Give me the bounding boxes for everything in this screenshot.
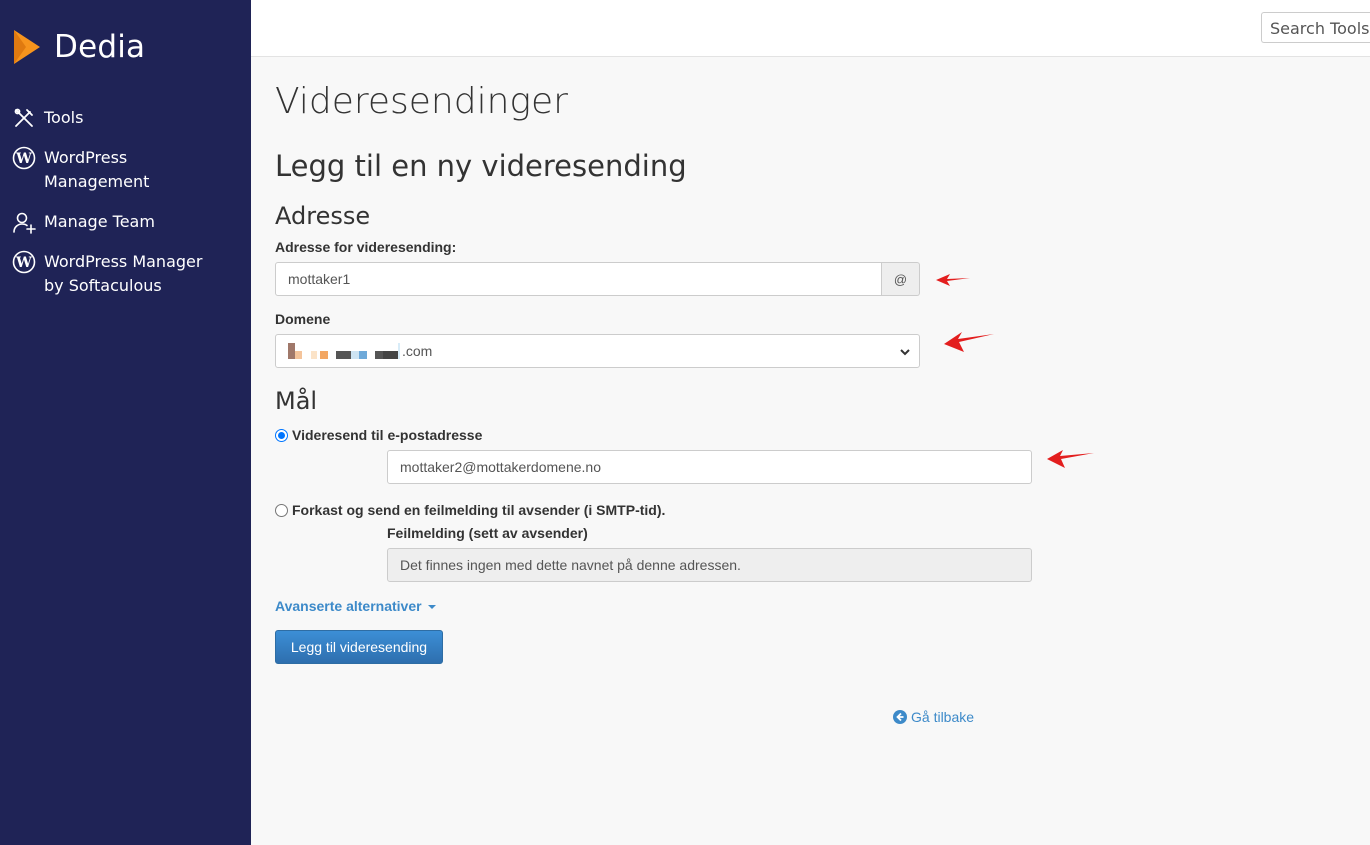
sidebar-item-label: Tools: [44, 108, 84, 127]
sidebar-item-tools[interactable]: Tools: [12, 106, 224, 130]
sidebar-item-label: WordPress Management: [44, 148, 150, 191]
domain-select[interactable]: .com: [275, 334, 920, 368]
chevron-down-icon: [899, 345, 911, 361]
option-discard-label: Forkast og send en feilmelding til avsen…: [292, 502, 666, 518]
option-forward[interactable]: Videresend til e-postadresse: [275, 427, 482, 443]
option-discard[interactable]: Forkast og send en feilmelding til avsen…: [275, 502, 665, 518]
sidebar-item-manage-team[interactable]: Manage Team: [12, 210, 224, 234]
error-message-input: Det finnes ingen med dette navnet på den…: [387, 548, 1032, 582]
topbar: Search Tools (: [251, 0, 1370, 57]
dedia-logo-icon: [14, 30, 40, 64]
go-back-label: Gå tilbake: [911, 709, 975, 725]
advanced-options-link[interactable]: Avanserte alternativer: [275, 598, 438, 614]
sidebar-item-wordpress-management[interactable]: W WordPress Management: [12, 146, 224, 194]
radio-discard[interactable]: [275, 503, 288, 517]
annotation-arrow-icon: [944, 332, 994, 352]
advanced-options-label: Avanserte alternativer: [275, 598, 422, 614]
annotation-arrow-icon: [1047, 450, 1094, 468]
caret-down-icon: [427, 605, 436, 609]
brand-name: Dedia: [54, 29, 146, 65]
sidebar-item-label: Manage Team: [44, 212, 155, 231]
radio-forward[interactable]: [275, 428, 288, 442]
go-back-link[interactable]: Gå tilbake: [893, 709, 974, 725]
page-title: Videresendinger: [275, 81, 568, 122]
wordpress-icon: W: [12, 146, 36, 170]
tools-icon: [12, 106, 36, 130]
domain-label: Domene: [275, 311, 331, 327]
wordpress-icon: W: [12, 250, 36, 274]
add-user-icon: [12, 210, 36, 234]
redacted-domain: [288, 343, 400, 359]
sidebar-item-wordpress-manager[interactable]: W WordPress Manager by Softaculous: [12, 250, 224, 298]
svg-text:W: W: [15, 151, 32, 167]
error-message-label: Feilmelding (sett av avsender): [387, 525, 588, 541]
brand-logo[interactable]: Dedia: [12, 28, 145, 66]
section-title: Legg til en ny videresending: [275, 149, 687, 183]
add-forwarder-button[interactable]: Legg til videresending: [275, 630, 443, 664]
svg-text:W: W: [15, 255, 32, 271]
arrow-circle-left-icon: [893, 710, 907, 724]
search-tools-input[interactable]: Search Tools (: [1261, 12, 1370, 43]
address-heading: Adresse: [275, 202, 371, 230]
option-forward-label: Videresend til e-postadresse: [292, 427, 483, 443]
address-label: Adresse for videresending:: [275, 239, 457, 255]
at-sign-addon: @: [882, 262, 920, 296]
sidebar: Dedia Tools W WordPress Management Manag…: [0, 0, 251, 845]
forward-email-input[interactable]: mottaker2@mottakerdomene.no: [387, 450, 1032, 484]
sidebar-item-label: WordPress Manager by Softaculous: [44, 252, 203, 295]
annotation-arrow-icon: [936, 274, 970, 286]
domain-value: .com: [402, 343, 433, 359]
forward-address-input[interactable]: mottaker1: [275, 262, 882, 296]
target-heading: Mål: [275, 387, 318, 415]
